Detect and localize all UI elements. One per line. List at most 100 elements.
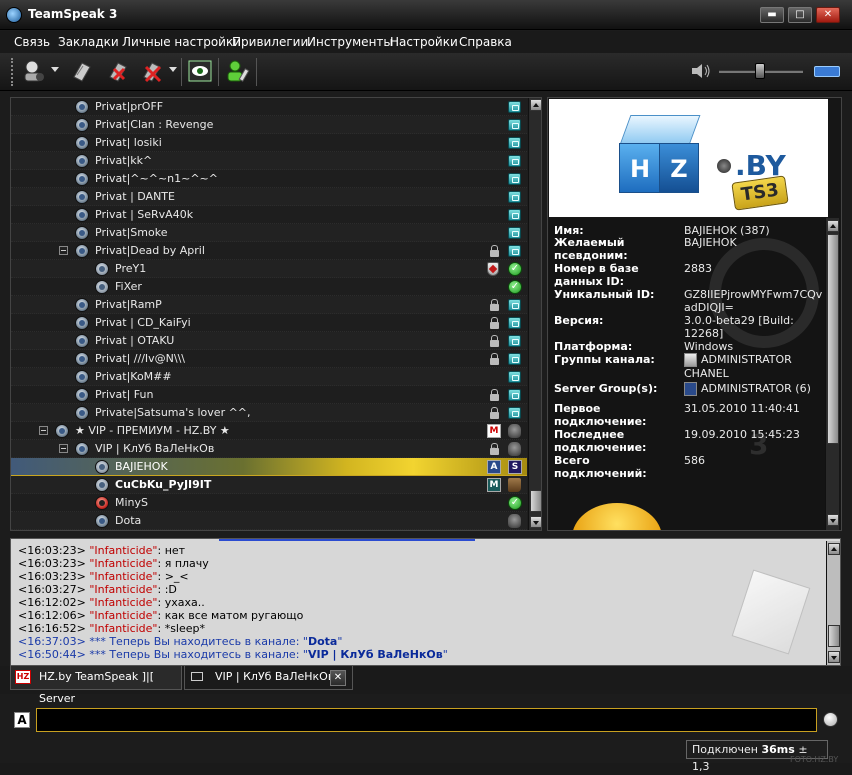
chat-scrollbar[interactable] [826,541,840,665]
channel-row[interactable]: Private|Satsuma's lover ^^, [11,404,527,422]
menu-bookmarks[interactable]: Закладки [58,35,119,49]
channel-row[interactable]: Privat|Smoke [11,224,527,242]
emoticon-icon[interactable] [823,712,838,727]
chat-nickname[interactable]: "Infanticide" [89,622,157,635]
check-icon: ✓ [508,262,522,276]
collapse-icon[interactable] [39,426,48,435]
scroll-up-icon[interactable] [828,543,840,555]
tab-channel[interactable]: VIP | КлУб ВаЛеНкОв ✕ [184,666,353,690]
scroll-up-icon[interactable] [530,99,541,111]
channel-row[interactable]: Privat|kk^ [11,152,527,170]
identity-icon[interactable] [224,57,252,85]
chat-text: *** Теперь Вы находитесь в канале: " [89,648,308,661]
connect-dropdown-icon[interactable] [51,67,59,72]
channel-row[interactable]: Privat| ///Iv@N\\\ [11,350,527,368]
chat-system-message: <16:37:03> *** Теперь Вы находитесь в ка… [18,635,342,648]
client-row[interactable]: PreY1 ✓ [11,260,527,278]
collapse-icon[interactable] [59,444,68,453]
channel-row[interactable]: ★ VIP - ПРЕМИУМ - HZ.BY ★ M [11,422,527,440]
chat-nickname[interactable]: "Infanticide" [89,609,157,622]
chat-nickname[interactable]: "Infanticide" [89,583,157,596]
tree-scrollbar[interactable] [528,98,541,530]
chat-nickname[interactable]: "Infanticide" [89,544,157,557]
collapse-icon[interactable] [59,246,68,255]
toolbar-separator [218,58,219,86]
tab-server[interactable]: HZ HZ.by TeamSpeak ]|[ Server [10,666,182,705]
channel-row[interactable]: Privat|Dead by April [11,242,527,260]
volume-slider-thumb[interactable] [755,63,765,79]
chat-message: <16:16:52> "Infanticide": *sleep* [18,622,205,635]
channel-row[interactable]: Privat|^~^~n1~^~^ [11,170,527,188]
info-scrollbar[interactable] [825,218,839,530]
menu-help[interactable]: Справка [459,35,512,49]
chat-timestamp: <16:03:27> [18,583,90,596]
scroll-thumb[interactable] [827,234,839,444]
tab-close-button[interactable]: ✕ [330,670,346,686]
teamspeak-window: TeamSpeak 3 ▬ □ ✕ Связь Закладки Личные … [0,0,852,773]
chat-text: : >_< [157,570,189,583]
menu-self[interactable]: Личные настройки [122,35,241,49]
channel-row[interactable]: Privat|prOFF [11,98,527,116]
channel-icon [75,136,89,150]
disconnect-dropdown-icon[interactable] [169,67,177,72]
chat-nickname[interactable]: "Infanticide" [89,596,157,609]
chat-channel-link[interactable]: VIP | КлУб ВаЛеНкОв [308,648,443,661]
disconnect-all-icon[interactable] [138,57,166,85]
text-format-button[interactable]: A [14,712,30,728]
menu-connection[interactable]: Связь [14,35,50,49]
channel-row[interactable]: Privat| losiki [11,134,527,152]
channel-row[interactable]: Privat | CD_KaiFyi [11,314,527,332]
maximize-button[interactable]: □ [788,7,812,23]
channel-row[interactable]: Privat|Clan : Revenge [11,116,527,134]
smiley-image [572,503,662,530]
channel-chat-icon [508,389,521,401]
channel-tree[interactable]: Privat|prOFF Privat|Clan : Revenge Privat|… [10,97,542,531]
scroll-down-icon[interactable] [827,514,839,526]
channel-row[interactable]: Dota [11,512,527,530]
scroll-up-icon[interactable] [827,220,839,232]
tab-channel-label: VIP | КлУб ВаЛеНкОв [215,670,335,683]
scroll-thumb[interactable] [828,625,840,647]
channel-row[interactable]: Privat | SeRvA40k [11,206,527,224]
minimize-button[interactable]: ▬ [760,7,784,23]
toolbar-grip[interactable] [11,58,15,86]
cube-letter-z: Z [659,143,699,193]
channel-icon [75,172,89,186]
chat-log[interactable]: <16:03:23> "Infanticide": нет <16:03:23> … [10,538,841,666]
channel-row[interactable]: Privat | DANTE [11,188,527,206]
chat-nickname[interactable]: "Infanticide" [89,570,157,583]
client-row[interactable]: CuCbKu_PyJI9IT M [11,476,527,494]
chat-input[interactable] [36,708,817,732]
scroll-down-icon[interactable] [828,651,840,663]
channel-icon [75,118,89,132]
scroll-thumb[interactable] [530,490,541,512]
lock-icon [490,353,499,365]
channel-name: VIP | КлУб ВаЛеНкОв [95,442,215,455]
channel-row[interactable]: VIP | КлУб ВаЛеНкОв - [11,440,527,458]
chat-channel-link[interactable]: Dota [308,635,337,648]
client-icon [95,262,109,276]
channel-row[interactable]: Privat|RamP - [11,296,527,314]
close-button[interactable]: ✕ [816,7,840,23]
client-row[interactable]: FiXer ✓ [11,278,527,296]
client-row[interactable]: BAJIEHOK A S [11,458,527,476]
menu-settings[interactable]: Настройки [390,35,458,49]
check-icon: ✓ [508,496,522,510]
chat-message: <16:12:02> "Infanticide": ухаха.. [18,596,205,609]
chat-divider [219,539,475,541]
away-icon[interactable] [186,57,214,85]
menu-permissions[interactable]: Привилегии [232,35,308,49]
menu-tools[interactable]: Инструменты [307,35,393,49]
channel-row[interactable]: Privat|KoM## [11,368,527,386]
client-name: MinyS [115,496,149,509]
bookmark-icon[interactable] [68,57,96,85]
disconnect-icon[interactable] [104,57,132,85]
channel-icon [75,154,89,168]
scroll-down-icon[interactable] [530,516,541,528]
channel-row[interactable]: Privat | OTAKU [11,332,527,350]
channel-row[interactable]: Privat| Fun [11,386,527,404]
channel-chat-icon [508,209,521,221]
chat-nickname[interactable]: "Infanticide" [89,557,157,570]
client-row[interactable]: MinyS ✓ [11,494,527,512]
connect-icon[interactable] [20,57,48,85]
